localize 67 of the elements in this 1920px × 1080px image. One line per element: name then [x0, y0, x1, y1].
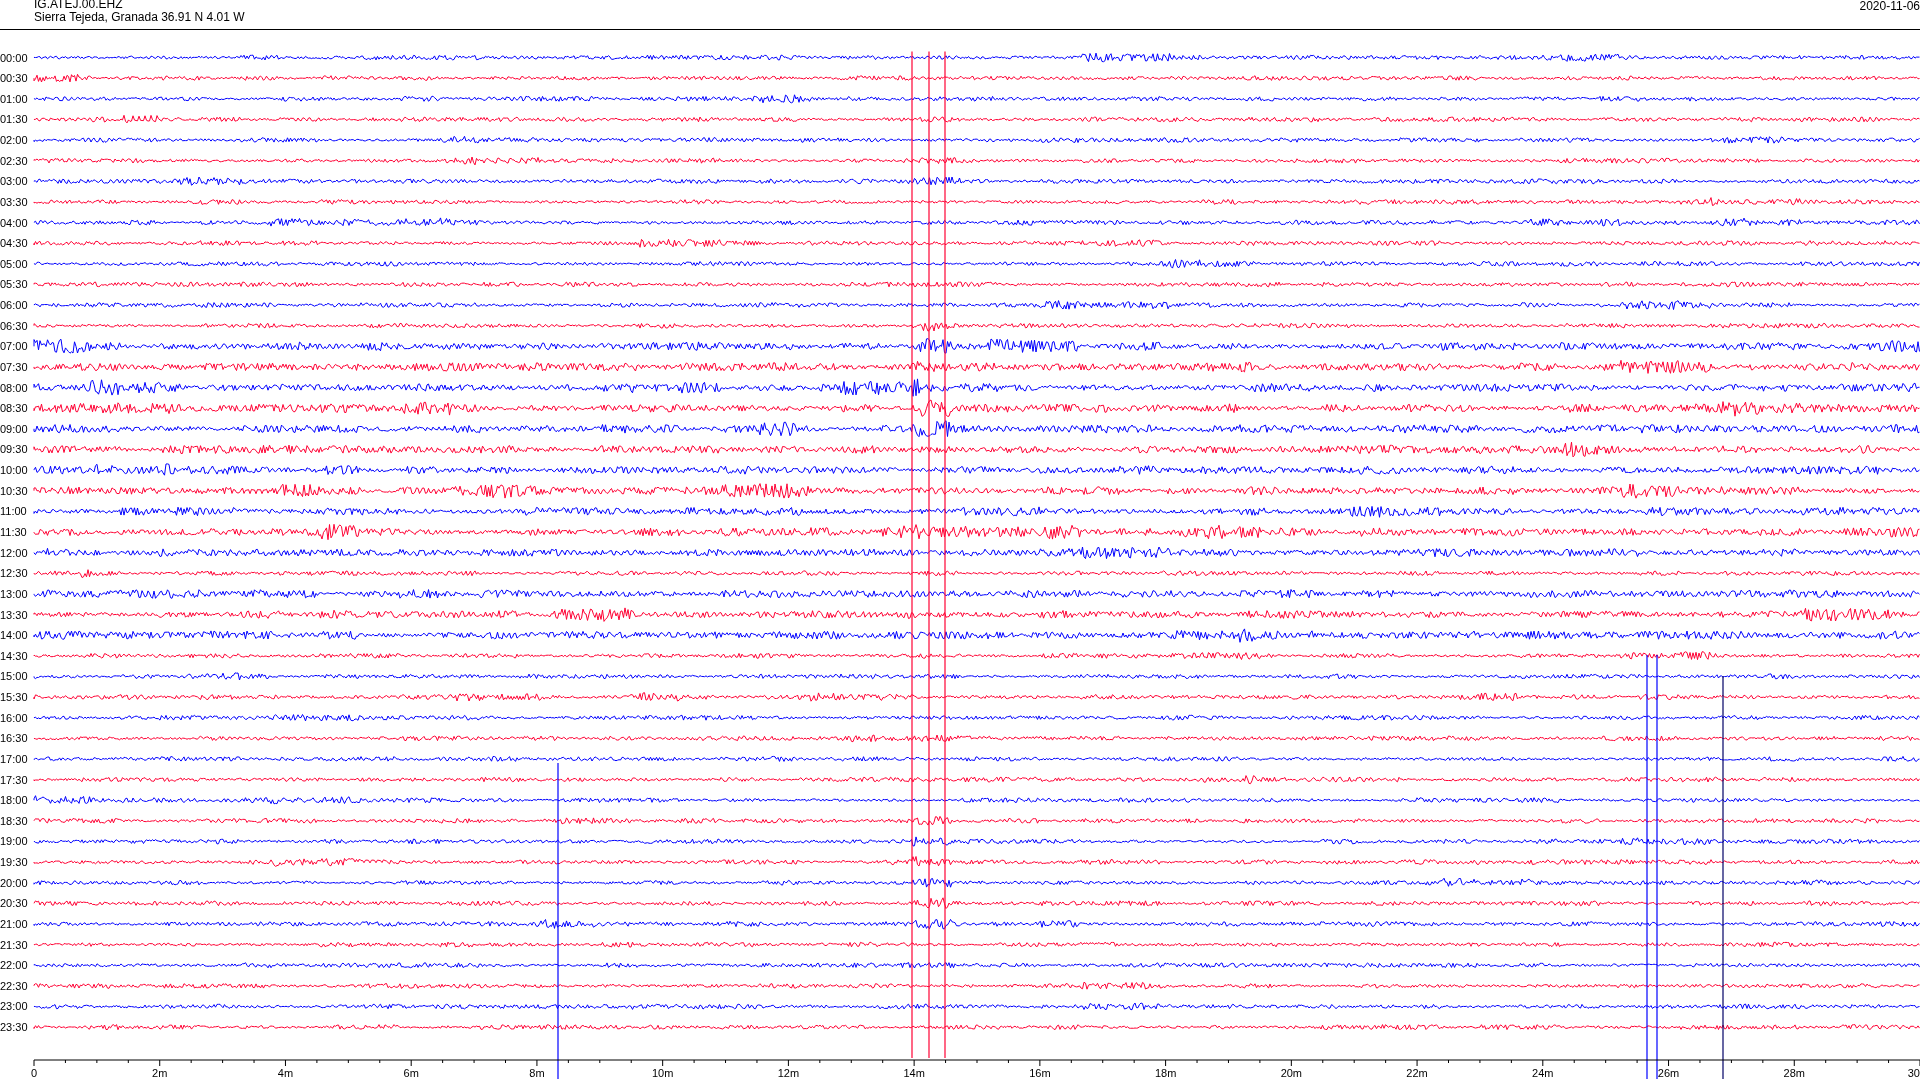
axis-tick-label: 2m — [152, 1067, 168, 1079]
station-location: Sierra Tejeda, Granada 36.91 N 4.01 W — [34, 11, 245, 24]
time-label: 11:30 — [0, 526, 27, 538]
axis-tick-label: 8m — [529, 1067, 545, 1079]
time-label: 19:00 — [0, 835, 28, 848]
time-label: 20:00 — [0, 876, 28, 889]
time-label: 04:00 — [0, 216, 28, 229]
time-label: 07:30 — [0, 360, 28, 373]
time-label: 11:00 — [0, 505, 27, 518]
time-label: 05:30 — [0, 278, 28, 291]
time-label: 23:00 — [0, 1000, 28, 1013]
time-label: 06:00 — [0, 299, 28, 312]
time-label: 02:30 — [0, 154, 28, 167]
time-label: 19:30 — [0, 856, 28, 869]
axis-tick-label: 0 — [30, 1067, 38, 1079]
time-label: 17:30 — [0, 773, 28, 786]
axis-tick-label: 10m — [651, 1067, 674, 1079]
time-label: 03:30 — [0, 195, 28, 208]
time-label: 21:30 — [0, 938, 28, 951]
time-label: 14:00 — [0, 629, 28, 642]
time-label: 12:00 — [0, 546, 28, 559]
time-label: 01:00 — [0, 92, 28, 105]
time-label: 05:00 — [0, 257, 28, 270]
axis-tick-label: 26m — [1657, 1067, 1680, 1079]
time-label: 09:30 — [0, 443, 28, 456]
time-label: 00:30 — [0, 72, 28, 85]
time-label: 16:00 — [0, 711, 28, 724]
time-label: 15:00 — [0, 670, 28, 683]
time-label: 04:30 — [0, 237, 28, 250]
time-label: 18:00 — [0, 794, 28, 807]
time-label: 16:30 — [0, 732, 28, 745]
station-code: IG.ATEJ.00.EHZ — [34, 0, 124, 11]
time-label: 23:30 — [0, 1021, 28, 1034]
axis-tick-label: 18m — [1154, 1067, 1177, 1079]
time-label: 20:30 — [0, 897, 28, 910]
axis-tick-label: 20m — [1280, 1067, 1303, 1079]
axis-tick-label: 14m — [903, 1067, 925, 1079]
axis-tick-label: 16m — [1029, 1067, 1051, 1079]
time-label: 21:00 — [0, 917, 28, 930]
time-label: 02:00 — [0, 134, 28, 146]
axis-tick-label: 4m — [277, 1067, 294, 1079]
plot-date: 2020-11-06 — [1859, 0, 1920, 13]
axis-tick-label: 6m — [403, 1067, 419, 1079]
time-label: 22:30 — [0, 979, 28, 992]
time-label: 18:30 — [0, 814, 28, 827]
time-label: 10:30 — [0, 484, 28, 497]
time-label: 09:00 — [0, 422, 28, 435]
axis-tick-label: 30 — [1907, 1067, 1920, 1079]
time-label: 07:00 — [0, 340, 28, 353]
time-label: 08:00 — [0, 381, 28, 394]
time-label: 13:30 — [0, 608, 28, 621]
time-label: 12:30 — [0, 567, 28, 580]
time-label: 00:00 — [0, 51, 28, 64]
time-label: 17:00 — [0, 752, 28, 765]
time-label: 03:00 — [0, 175, 28, 188]
time-label: 10:00 — [0, 464, 28, 477]
axis-tick-label: 12m — [777, 1067, 800, 1079]
axis-tick-label: 24m — [1532, 1067, 1554, 1079]
time-label: 14:30 — [0, 649, 28, 662]
time-label: 15:30 — [0, 691, 28, 704]
time-label: 13:00 — [0, 587, 28, 600]
time-label: 22:00 — [0, 959, 28, 972]
time-label: 06:30 — [0, 319, 28, 332]
axis-tick-label: 28m — [1783, 1067, 1805, 1079]
time-label: 08:30 — [0, 402, 28, 415]
time-label: 01:30 — [0, 113, 28, 126]
axis-tick-label: 22m — [1406, 1067, 1428, 1079]
